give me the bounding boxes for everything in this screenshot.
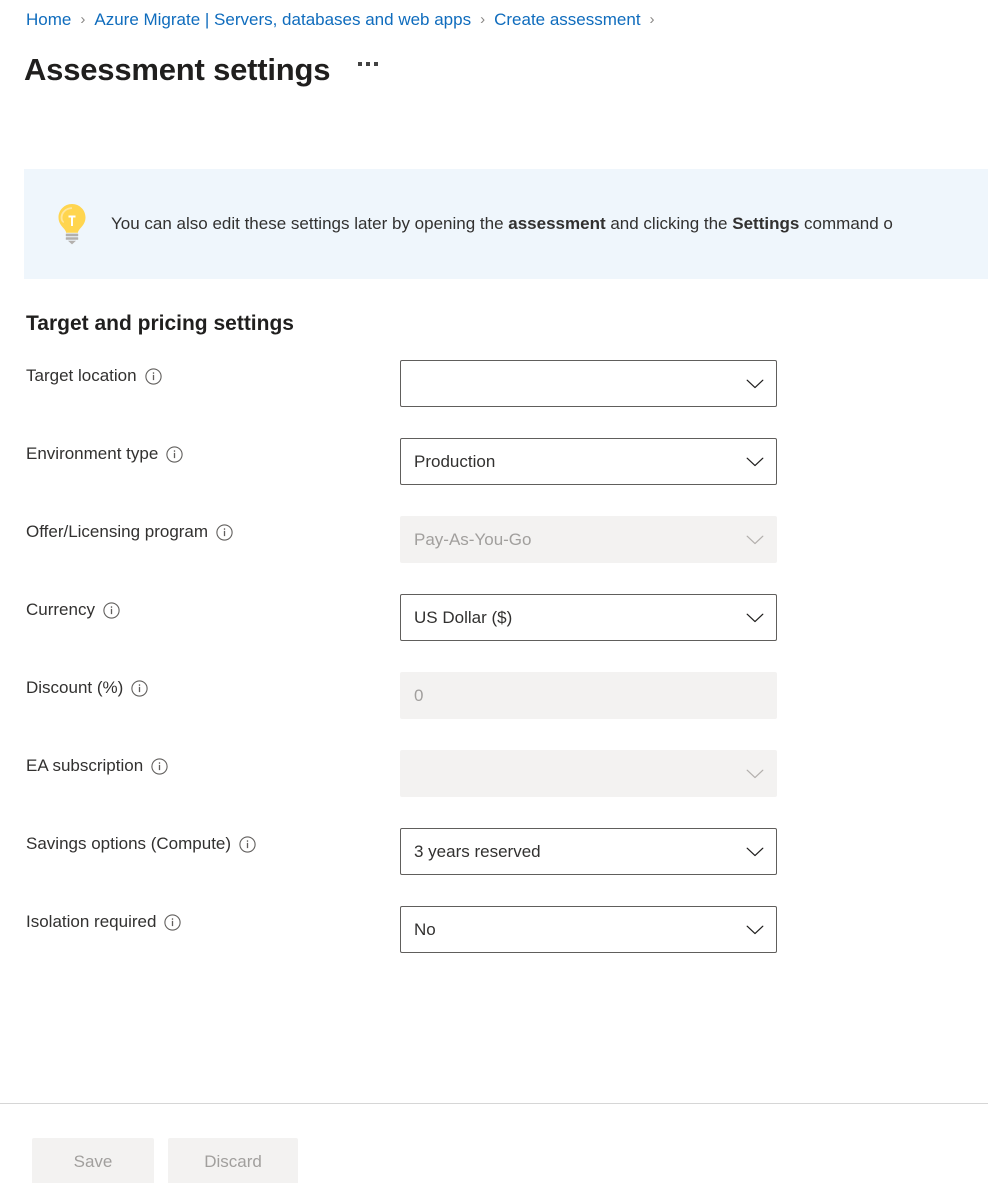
more-options-icon[interactable] [354, 55, 384, 85]
banner-text-part3: command o [799, 214, 893, 233]
form-row-target-location: Target location [0, 360, 988, 438]
label-text: Target location [26, 364, 137, 388]
lightbulb-icon [53, 202, 91, 246]
page-title: Assessment settings [24, 48, 330, 92]
banner-text: You can also edit these settings later b… [111, 212, 893, 236]
dropdown-isolation-required[interactable]: No [400, 906, 777, 953]
chevron-down-icon[interactable] [742, 917, 768, 943]
breadcrumb: Home › Azure Migrate | Servers, databases … [26, 8, 664, 32]
form-row-environment-type: Environment type Production [0, 438, 988, 516]
discard-button[interactable]: Discard [168, 1138, 298, 1183]
label-savings-options-compute: Savings options (Compute) [26, 832, 256, 856]
label-discount-percent: Discount (%) [26, 676, 148, 700]
assessment-settings-page: Home › Azure Migrate | Servers, databases … [0, 0, 988, 1183]
label-text: Isolation required [26, 910, 156, 934]
info-icon[interactable] [145, 368, 162, 385]
chevron-down-icon[interactable] [742, 839, 768, 865]
breadcrumb-item-2[interactable]: Create assessment [494, 8, 640, 32]
chevron-down-icon[interactable] [742, 371, 768, 397]
banner-text-part1: You can also edit these settings later b… [111, 214, 508, 233]
form-row-discount-percent: Discount (%) 0 [0, 672, 988, 750]
form-row-savings-options-compute: Savings options (Compute) 3 years reserve… [0, 828, 988, 906]
input-discount-percent: 0 [400, 672, 777, 719]
selected-value: 3 years reserved [414, 840, 742, 864]
page-title-row: Assessment settings [24, 48, 384, 92]
banner-bold-settings: Settings [732, 214, 799, 233]
info-banner: You can also edit these settings later b… [24, 169, 988, 279]
breadcrumb-item-0[interactable]: Home [26, 8, 71, 32]
chevron-down-icon [742, 761, 768, 787]
info-icon[interactable] [164, 914, 181, 931]
selected-value: US Dollar ($) [414, 606, 742, 630]
label-isolation-required: Isolation required [26, 910, 181, 934]
breadcrumb-item-1[interactable]: Azure Migrate | Servers, databases and w… [94, 8, 471, 32]
label-text: Offer/Licensing program [26, 520, 208, 544]
banner-text-part2: and clicking the [606, 214, 733, 233]
banner-bold-assessment: assessment [508, 214, 605, 233]
label-text: Currency [26, 598, 95, 622]
dropdown-currency[interactable]: US Dollar ($) [400, 594, 777, 641]
dropdown-target-location[interactable] [400, 360, 777, 407]
dropdown-environment-type[interactable]: Production [400, 438, 777, 485]
form-row-currency: Currency US Dollar ($) [0, 594, 988, 672]
form-row-ea-subscription: EA subscription [0, 750, 988, 828]
label-text: Discount (%) [26, 676, 123, 700]
chevron-down-icon[interactable] [742, 605, 768, 631]
info-icon[interactable] [216, 524, 233, 541]
label-currency: Currency [26, 598, 120, 622]
label-ea-subscription: EA subscription [26, 754, 168, 778]
info-icon[interactable] [239, 836, 256, 853]
info-icon[interactable] [131, 680, 148, 697]
info-icon[interactable] [151, 758, 168, 775]
selected-value: No [414, 918, 742, 942]
form-row-isolation-required: Isolation required No [0, 906, 988, 984]
breadcrumb-separator-icon: › [480, 8, 485, 32]
label-offer-licensing-program: Offer/Licensing program [26, 520, 233, 544]
label-text: Savings options (Compute) [26, 832, 231, 856]
dropdown-savings-options-compute[interactable]: 3 years reserved [400, 828, 777, 875]
breadcrumb-separator-icon: › [80, 8, 85, 32]
footer-action-bar: Save Discard [0, 1104, 988, 1183]
dropdown-ea-subscription [400, 750, 777, 797]
chevron-down-icon [742, 527, 768, 553]
info-icon[interactable] [103, 602, 120, 619]
label-text: Environment type [26, 442, 158, 466]
label-text: EA subscription [26, 754, 143, 778]
settings-form: Target location Environment type Productio… [0, 360, 988, 984]
selected-value: Pay-As-You-Go [414, 528, 742, 552]
info-icon[interactable] [166, 446, 183, 463]
selected-value: Production [414, 450, 742, 474]
dropdown-offer-licensing-program: Pay-As-You-Go [400, 516, 777, 563]
chevron-down-icon[interactable] [742, 449, 768, 475]
save-button[interactable]: Save [32, 1138, 154, 1183]
breadcrumb-separator-icon: › [650, 8, 655, 32]
selected-value: 0 [414, 684, 768, 708]
label-environment-type: Environment type [26, 442, 183, 466]
form-row-offer-licensing-program: Offer/Licensing program Pay-As-You-Go [0, 516, 988, 594]
section-heading: Target and pricing settings [26, 310, 294, 338]
label-target-location: Target location [26, 364, 162, 388]
